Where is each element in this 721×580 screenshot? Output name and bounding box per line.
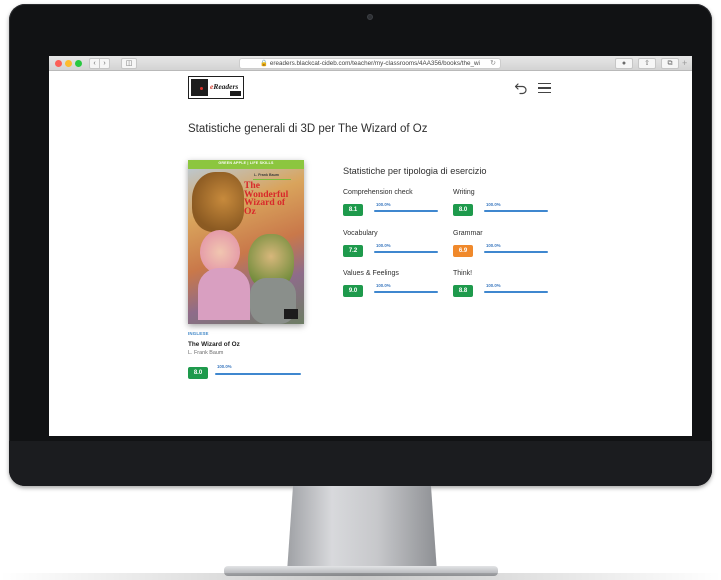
book-score-badge: 8.0: [188, 367, 208, 379]
url-text: ereaders.blackcat-cideb.com/teacher/my-c…: [269, 60, 480, 67]
hamburger-menu-icon[interactable]: [538, 83, 551, 94]
publisher-logo-icon: [284, 309, 298, 319]
cover-series-band: GREEN APPLE | LIFE SKILLS: [188, 160, 304, 169]
undo-arrow-icon[interactable]: [514, 81, 528, 95]
exercise-label-vocabulary: Vocabulary: [343, 230, 378, 237]
exercise-progress-bar-vocabulary: [374, 251, 438, 254]
exercise-label-values-feelings: Values & Feelings: [343, 270, 399, 277]
exercise-score-badge-writing: 8.0: [453, 204, 473, 216]
logo-wordmark: eReaders: [210, 82, 239, 91]
exercise-percent-label-values-feelings: 100.0%: [376, 283, 391, 288]
exercise-progress-bar-grammar: [484, 251, 548, 254]
exercise-label-writing: Writing: [453, 189, 475, 196]
exercise-label-comprehension-check: Comprehension check: [343, 189, 413, 196]
exercise-score-badge-grammar: 6.9: [453, 245, 473, 257]
sidebar-toggle-icon[interactable]: ◫: [121, 58, 137, 69]
book-cover-image[interactable]: GREEN APPLE | LIFE SKILLS L. Frank Baum …: [188, 160, 304, 324]
cover-title: The Wonderful Wizard of Oz: [244, 180, 289, 217]
browser-titlebar: ‹ › ◫ 🔒 ereaders.blackcat-cideb.com/teach…: [49, 56, 692, 71]
stats-heading: Statistiche per tipologia di esercizio: [343, 166, 487, 176]
new-tab-icon[interactable]: +: [682, 58, 687, 69]
exercise-progress-bar-values-feelings: [374, 291, 438, 294]
imac-stand: [287, 486, 437, 572]
book-language: INGLESE: [188, 331, 209, 336]
book-progress-bar: [215, 373, 301, 376]
address-bar[interactable]: 🔒 ereaders.blackcat-cideb.com/teacher/my-…: [239, 58, 501, 69]
exercise-percent-label-grammar: 100.0%: [486, 243, 501, 248]
page-title: Statistiche generali di 3D per The Wizar…: [188, 123, 428, 135]
browser-window: ‹ › ◫ 🔒 ereaders.blackcat-cideb.com/teach…: [49, 56, 692, 436]
exercise-percent-label-writing: 100.0%: [486, 202, 501, 207]
logo-badge: [230, 91, 241, 96]
exercise-label-grammar: Grammar: [453, 230, 483, 237]
close-window-button[interactable]: [55, 60, 62, 67]
book-author: L. Frank Baum: [188, 350, 224, 356]
exercise-progress-bar-writing: [484, 210, 548, 213]
exercise-score-badge-vocabulary: 7.2: [343, 245, 363, 257]
cover-author: L. Frank Baum: [254, 173, 279, 177]
minimize-window-button[interactable]: [65, 60, 72, 67]
floor-shadow: [0, 573, 721, 580]
black-cat-logo-icon: [191, 79, 208, 96]
lock-icon: 🔒: [260, 60, 268, 67]
imac-chin: [9, 441, 712, 486]
tabs-overview-icon[interactable]: ⧉: [661, 58, 679, 69]
book-title: The Wizard of Oz: [188, 341, 240, 348]
exercise-percent-label-vocabulary: 100.0%: [376, 243, 391, 248]
book-percent-label: 100.0%: [217, 364, 232, 369]
cover-dress-illustration: [198, 268, 250, 320]
exercise-percent-label-think: 100.0%: [486, 283, 501, 288]
exercise-score-badge-think: 8.8: [453, 285, 473, 297]
download-icon[interactable]: ●: [615, 58, 633, 69]
ereaders-logo[interactable]: eReaders: [188, 76, 244, 99]
exercise-score-badge-comprehension-check: 8.1: [343, 204, 363, 216]
exercise-score-badge-values-feelings: 9.0: [343, 285, 363, 297]
exercise-progress-bar-comprehension-check: [374, 210, 438, 213]
exercise-percent-label-comprehension-check: 100.0%: [376, 202, 391, 207]
exercise-progress-bar-think: [484, 291, 548, 294]
maximize-window-button[interactable]: [75, 60, 82, 67]
exercise-label-think: Think!: [453, 270, 473, 277]
reload-icon[interactable]: ↻: [490, 59, 496, 68]
forward-arrow-icon[interactable]: ›: [99, 58, 110, 69]
cover-lion-illustration: [192, 172, 244, 232]
share-icon[interactable]: ⇧: [638, 58, 656, 69]
camera-icon: [367, 14, 373, 20]
